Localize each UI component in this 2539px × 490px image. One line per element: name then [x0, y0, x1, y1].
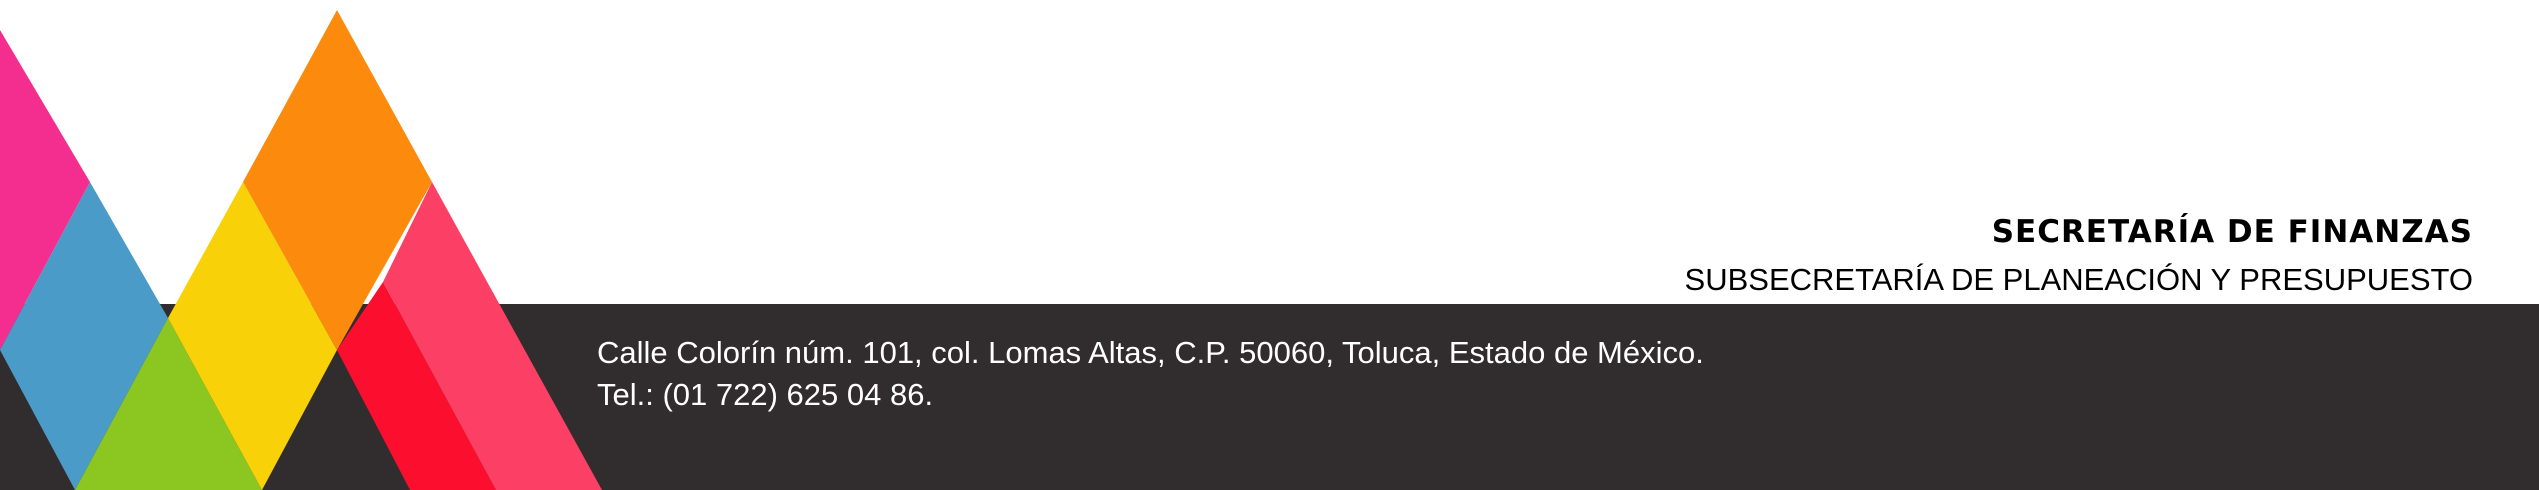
- geometric-logo-icon: [0, 10, 602, 490]
- address-line: Calle Colorín núm. 101, col. Lomas Altas…: [597, 335, 1704, 370]
- department-subtitle: SUBSECRETARÍA DE PLANEACIÓN Y PRESUPUEST…: [1684, 262, 2473, 297]
- letterhead-page: SECRETARÍA DE FINANZAS SUBSECRETARÍA DE …: [0, 0, 2539, 490]
- phone-line: Tel.: (01 722) 625 04 86.: [597, 377, 934, 412]
- header-block: SECRETARÍA DE FINANZAS SUBSECRETARÍA DE …: [1685, 212, 2473, 300]
- contact-block: Calle Colorín núm. 101, col. Lomas Altas…: [597, 332, 1704, 416]
- department-title: SECRETARÍA DE FINANZAS: [1991, 214, 2473, 250]
